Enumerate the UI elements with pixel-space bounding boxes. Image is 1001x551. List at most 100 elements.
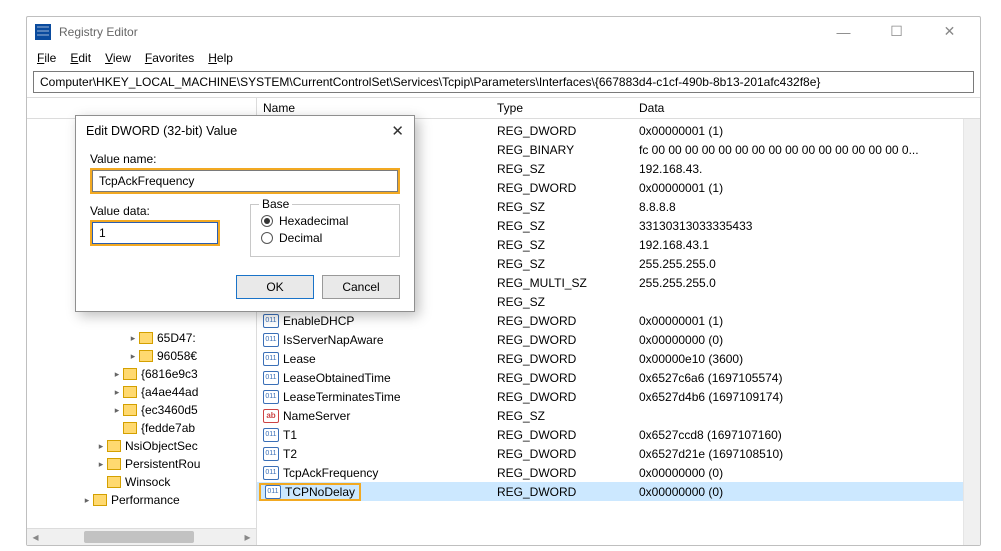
value-data-cell: 0x00000001 (1)	[635, 124, 980, 138]
tree-item[interactable]: ▸ 96058€	[27, 347, 240, 365]
tree-item[interactable]: ▸ PersistentRou	[27, 455, 240, 473]
folder-icon	[123, 422, 137, 434]
registry-value-row[interactable]: T2REG_DWORD0x6527d21e (1697108510)	[257, 444, 980, 463]
dialog-close-button[interactable]: ✕	[374, 122, 404, 140]
value-type-cell: REG_BINARY	[493, 143, 635, 157]
registry-value-row[interactable]: EnableDHCPREG_DWORD0x00000001 (1)	[257, 311, 980, 330]
scroll-right-icon[interactable]: ▸	[239, 529, 256, 545]
dword-icon	[263, 333, 279, 347]
cancel-button[interactable]: Cancel	[322, 275, 400, 299]
registry-value-row[interactable]: LeaseREG_DWORD0x00000e10 (3600)	[257, 349, 980, 368]
scroll-thumb[interactable]	[84, 531, 194, 543]
value-type-cell: REG_MULTI_SZ	[493, 276, 635, 290]
registry-value-row[interactable]: LeaseTerminatesTime REG_DWORD0x6527d4b6 (…	[257, 387, 980, 406]
value-type-cell: REG_SZ	[493, 257, 635, 271]
dialog-titlebar[interactable]: Edit DWORD (32-bit) Value ✕	[76, 116, 414, 146]
tree-item-label: 96058€	[157, 349, 197, 363]
value-type-cell: REG_SZ	[493, 409, 635, 423]
scroll-left-icon[interactable]: ◂	[27, 529, 44, 545]
column-header-type[interactable]: Type	[493, 98, 635, 118]
value-data-cell: 0x00000000 (0)	[635, 466, 980, 480]
value-data-cell: fc 00 00 00 00 00 00 00 00 00 00 00 00 0…	[635, 143, 980, 157]
value-type-cell: REG_DWORD	[493, 314, 635, 328]
value-name-cell: Lease	[283, 352, 316, 366]
value-data-cell: 0x00000001 (1)	[635, 314, 980, 328]
radio-icon	[261, 232, 273, 244]
folder-icon	[123, 386, 137, 398]
menu-file[interactable]: File	[37, 51, 56, 65]
tree-item-label: PersistentRou	[125, 457, 200, 471]
value-name-cell: TCPNoDelay	[285, 485, 355, 499]
maximize-button[interactable]: ☐	[874, 18, 919, 46]
menu-view[interactable]: View	[105, 51, 131, 65]
chevron-icon[interactable]: ▸	[81, 495, 93, 506]
value-name-input[interactable]	[92, 170, 398, 192]
value-type-cell: REG_DWORD	[493, 124, 635, 138]
value-name-cell: LeaseObtainedTime	[283, 371, 391, 385]
value-data-input[interactable]	[92, 222, 218, 244]
folder-icon	[107, 440, 121, 452]
tree-item-label: Winsock	[125, 475, 170, 489]
tree-item[interactable]: ▸{ec3460d5	[27, 401, 240, 419]
folder-icon	[139, 350, 153, 362]
dword-icon	[265, 485, 281, 499]
value-data-cell: 0x00000000 (0)	[635, 485, 980, 499]
value-name-cell: TcpAckFrequency	[283, 466, 378, 480]
chevron-icon[interactable]: ▸	[127, 333, 139, 344]
address-input[interactable]	[33, 71, 974, 93]
chevron-icon[interactable]: ▸	[111, 369, 123, 380]
radio-hexadecimal[interactable]: Hexadecimal	[261, 214, 389, 228]
value-name-cell: IsServerNapAware	[283, 333, 384, 347]
registry-value-row[interactable]: NameServer REG_SZ	[257, 406, 980, 425]
ok-button[interactable]: OK	[236, 275, 314, 299]
registry-value-row[interactable]: LeaseObtainedTimeREG_DWORD0x6527c6a6 (16…	[257, 368, 980, 387]
value-name-cell: NameServer	[283, 409, 350, 423]
tree-item[interactable]: ▸ {6816e9c3	[27, 365, 240, 383]
radio-icon	[261, 215, 273, 227]
value-data-cell: 0x6527ccd8 (1697107160)	[635, 428, 980, 442]
chevron-icon[interactable]: ▸	[127, 351, 139, 362]
value-type-cell: REG_DWORD	[493, 181, 635, 195]
value-data-label: Value data:	[90, 204, 220, 218]
edit-dword-dialog: Edit DWORD (32-bit) Value ✕ Value name: …	[75, 115, 415, 312]
tree-horizontal-scrollbar[interactable]: ◂ ▸	[27, 528, 256, 545]
folder-icon	[93, 494, 107, 506]
chevron-icon[interactable]: ▸	[111, 405, 123, 416]
tree-item[interactable]: ▸65D47:	[27, 329, 240, 347]
menu-help[interactable]: Help	[208, 51, 233, 65]
tree-item-label: NsiObjectSec	[125, 439, 198, 453]
tree-item[interactable]: Winsock	[27, 473, 240, 491]
close-button[interactable]: ✕	[927, 18, 972, 46]
column-header-data[interactable]: Data	[635, 98, 980, 118]
value-data-cell: 255.255.255.0	[635, 257, 980, 271]
tree-item[interactable]: ▸Performance	[27, 491, 240, 509]
value-data-cell: 0x6527d21e (1697108510)	[635, 447, 980, 461]
menu-edit[interactable]: Edit	[70, 51, 91, 65]
folder-icon	[123, 404, 137, 416]
folder-icon	[139, 332, 153, 344]
value-name-cell: LeaseTerminatesTime	[283, 390, 401, 404]
minimize-button[interactable]: —	[821, 18, 866, 46]
titlebar[interactable]: Registry Editor — ☐ ✕	[27, 17, 980, 47]
menu-favorites[interactable]: Favorites	[145, 51, 194, 65]
list-vertical-scrollbar[interactable]	[963, 119, 980, 545]
value-type-cell: REG_DWORD	[493, 371, 635, 385]
registry-value-row[interactable]: TCPNoDelay REG_DWORD0x00000000 (0)	[257, 482, 980, 501]
registry-value-row[interactable]: IsServerNapAwareREG_DWORD0x00000000 (0)	[257, 330, 980, 349]
tree-item-label: {6816e9c3	[141, 367, 198, 381]
tree-item[interactable]: {fedde7ab	[27, 419, 240, 437]
value-data-cell: 0x00000000 (0)	[635, 333, 980, 347]
value-type-cell: REG_DWORD	[493, 390, 635, 404]
tree-item[interactable]: ▸{a4ae44ad	[27, 383, 240, 401]
tree-item[interactable]: ▸ NsiObjectSec	[27, 437, 240, 455]
radio-decimal[interactable]: Decimal	[261, 231, 389, 245]
value-type-cell: REG_SZ	[493, 295, 635, 309]
registry-value-row[interactable]: TcpAckFrequencyREG_DWORD0x00000000 (0)	[257, 463, 980, 482]
registry-value-row[interactable]: T1REG_DWORD0x6527ccd8 (1697107160)	[257, 425, 980, 444]
window-title: Registry Editor	[59, 25, 138, 39]
value-data-cell: 0x6527d4b6 (1697109174)	[635, 390, 980, 404]
chevron-icon[interactable]: ▸	[95, 459, 107, 470]
value-type-cell: REG_DWORD	[493, 485, 635, 499]
chevron-icon[interactable]: ▸	[95, 441, 107, 452]
chevron-icon[interactable]: ▸	[111, 387, 123, 398]
